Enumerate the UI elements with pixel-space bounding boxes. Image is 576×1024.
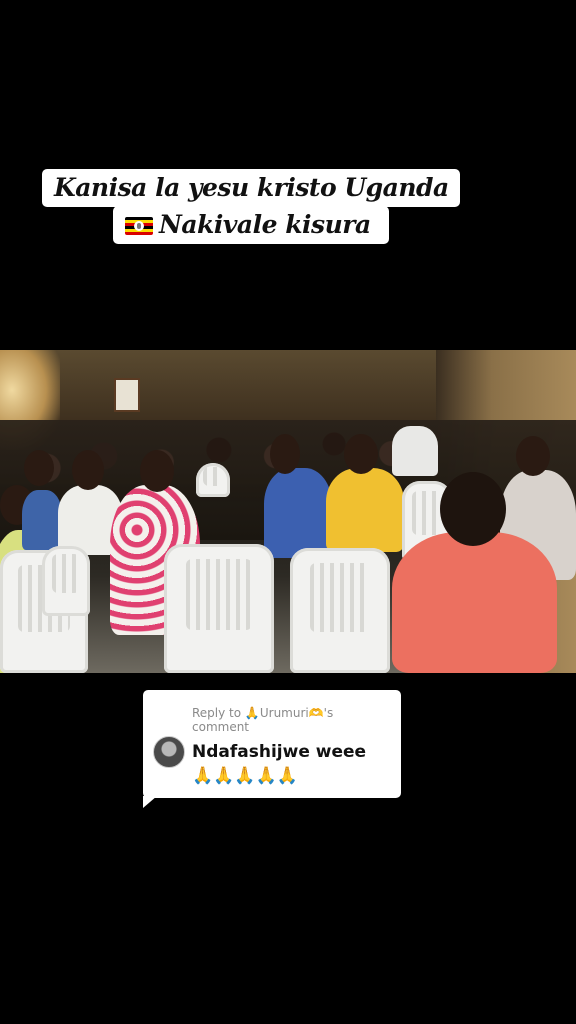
person-head (440, 472, 506, 546)
plastic-chair (42, 546, 90, 616)
person-head (344, 434, 378, 474)
person-head (24, 450, 54, 486)
reply-comment-text: Ndafashijwe weee 🙏🙏🙏🙏🙏 (192, 742, 367, 786)
person-head (140, 450, 174, 492)
reply-to-label: Reply to 🙏Urumuri🫶's comment (192, 706, 334, 734)
video-frame[interactable] (0, 350, 576, 673)
person-head (516, 436, 550, 476)
video-caption-line-1: Kanisa la yesu kristo Uganda (42, 169, 460, 207)
caption-text-1: Kanisa la yesu kristo Uganda (54, 173, 449, 202)
window (114, 378, 140, 412)
plastic-chair (164, 544, 274, 673)
plastic-chair (290, 548, 390, 673)
person-yellow-shirt (326, 468, 404, 552)
video-caption-line-2: Nakivale kisura (113, 206, 389, 244)
person-head (270, 434, 300, 474)
plastic-chair (196, 463, 230, 497)
uganda-flag-icon (125, 217, 153, 235)
reply-comment-bubble[interactable]: Reply to 🙏Urumuri🫶's comment Ndafashijwe… (143, 690, 401, 808)
person-pink-shirt (392, 532, 557, 673)
person-white-shirt-back (392, 426, 438, 476)
commenter-avatar[interactable] (153, 736, 185, 768)
person-blue-dress (22, 490, 62, 550)
bubble-tail (143, 796, 157, 808)
person-blue-shirt (264, 468, 332, 558)
caption-text-2: Nakivale kisura (159, 210, 371, 239)
person-head (72, 450, 104, 490)
